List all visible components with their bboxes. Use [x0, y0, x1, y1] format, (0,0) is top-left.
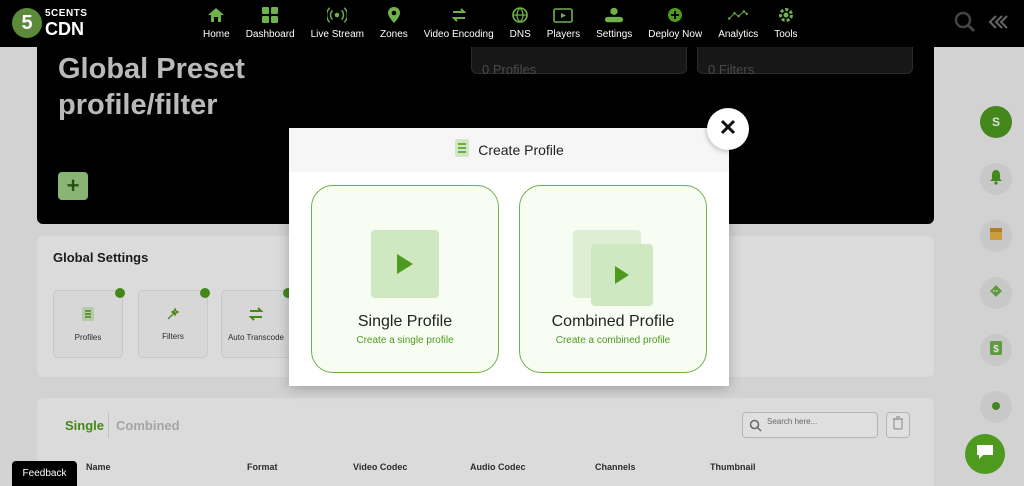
- chat-button[interactable]: [965, 434, 1005, 474]
- brand-logo[interactable]: 5 5CENTS CDN: [12, 8, 87, 38]
- option-subtitle: Create a combined profile: [555, 335, 671, 346]
- modal-title: Create Profile: [478, 142, 564, 158]
- modal-header: Create Profile: [289, 128, 729, 172]
- nav-video-encoding[interactable]: Video Encoding: [424, 5, 494, 40]
- create-profile-modal: Create Profile Single Profile Create a s…: [289, 128, 729, 386]
- nav-deploy-now[interactable]: Deploy Now: [648, 5, 702, 40]
- close-modal-button[interactable]: [707, 108, 749, 150]
- nav-tools[interactable]: Tools: [774, 5, 798, 40]
- nav-analytics[interactable]: Analytics: [718, 5, 758, 40]
- player-icon: [553, 5, 574, 25]
- analytics-icon: [728, 5, 749, 25]
- nav-label: Video Encoding: [423, 29, 494, 40]
- main-nav: Home Dashboard Live Stream Zones Video E…: [203, 5, 814, 40]
- option-title: Single Profile: [357, 313, 453, 330]
- collapse-icon[interactable]: [988, 14, 1008, 35]
- nav-label: DNS: [509, 29, 531, 40]
- nav-home[interactable]: Home: [203, 5, 230, 40]
- top-navigation-bar: 5 5CENTS CDN Home Dashboard Live Stream: [0, 0, 1024, 47]
- option-title: Combined Profile: [551, 313, 675, 330]
- dashboard-icon: [260, 5, 280, 25]
- close-icon: [720, 119, 736, 140]
- nav-dns[interactable]: DNS: [510, 5, 531, 40]
- nav-zones[interactable]: Zones: [380, 5, 408, 40]
- settings-icon: [604, 5, 624, 25]
- nav-settings[interactable]: Settings: [596, 5, 632, 40]
- gear-icon: [776, 5, 796, 25]
- nav-label: Players: [546, 29, 581, 40]
- plus-circle-icon: [665, 5, 685, 25]
- single-profile-option[interactable]: Single Profile Create a single profile: [311, 185, 499, 373]
- nav-label: Zones: [379, 29, 408, 40]
- globe-icon: [510, 5, 530, 25]
- encoding-icon: [449, 5, 469, 25]
- location-pin-icon: [384, 5, 404, 25]
- option-subtitle: Create a single profile: [356, 335, 454, 346]
- logo-badge: 5: [12, 8, 42, 38]
- combined-profile-option[interactable]: Combined Profile Create a combined profi…: [519, 185, 707, 373]
- nav-label: Live Stream: [310, 29, 364, 40]
- nav-label: Settings: [596, 29, 633, 40]
- play-icon: [591, 244, 653, 306]
- nav-label: Home: [203, 29, 230, 40]
- chat-icon: [975, 443, 995, 466]
- nav-label: Dashboard: [245, 29, 295, 40]
- nav-label: Deploy Now: [648, 29, 703, 40]
- home-icon: [206, 5, 226, 25]
- nav-label: Tools: [774, 29, 798, 40]
- nav-label: Analytics: [718, 29, 759, 40]
- feedback-button[interactable]: Feedback: [12, 461, 77, 486]
- play-icon: [371, 230, 439, 298]
- logo-line-2: CDN: [45, 18, 84, 39]
- nav-live-stream[interactable]: Live Stream: [311, 5, 364, 40]
- search-icon[interactable]: [954, 11, 976, 38]
- document-icon: [454, 138, 470, 163]
- nav-players[interactable]: Players: [547, 5, 580, 40]
- live-stream-icon: [327, 5, 348, 25]
- logo-line-1: 5CENTS: [45, 7, 88, 19]
- nav-dashboard[interactable]: Dashboard: [246, 5, 295, 40]
